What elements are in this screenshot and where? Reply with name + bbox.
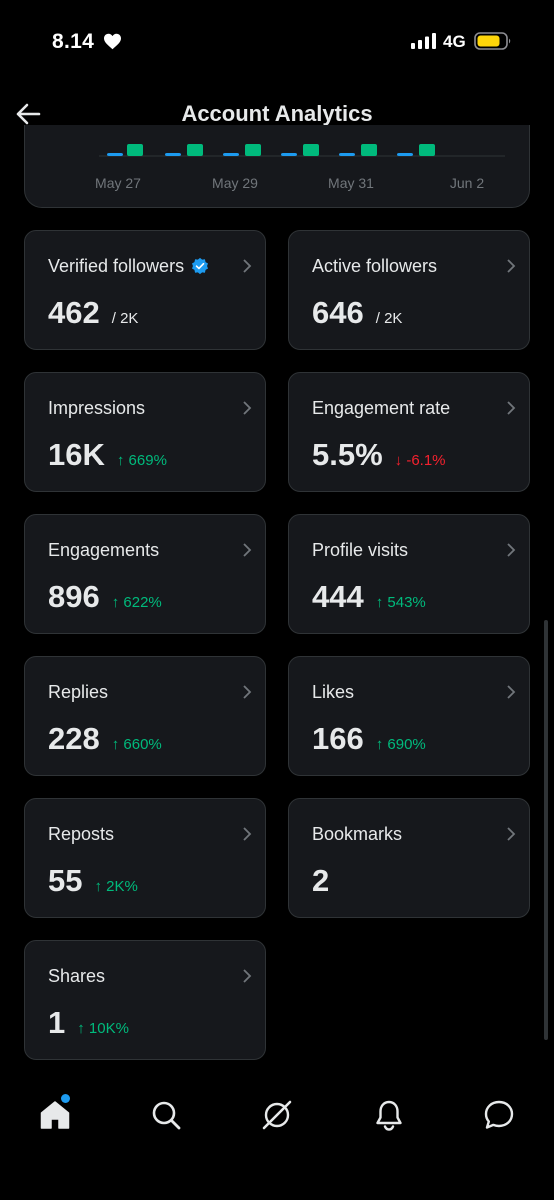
chevron-right-icon — [243, 401, 252, 415]
status-bar: 8.14 4G — [0, 0, 554, 80]
stat-label: Engagements — [48, 540, 160, 560]
stat-change: ↓ -6.1% — [394, 452, 446, 469]
chart-bar — [303, 144, 319, 156]
stat-change: ↑ 10K% — [77, 1020, 129, 1037]
stat-card-verified-followers[interactable]: Verified followers 462 / 2K — [24, 230, 266, 350]
stat-value: 55 — [48, 863, 83, 898]
stat-label: Bookmarks — [312, 824, 403, 844]
stat-change: ↑ 543% — [375, 594, 426, 611]
scrollbar[interactable] — [544, 620, 548, 1040]
stat-total: / 2K — [111, 310, 139, 327]
verified-badge-icon — [192, 257, 209, 275]
heart-icon — [104, 33, 121, 50]
network-label: 4G — [443, 32, 466, 51]
stat-card-likes[interactable]: Likes 166 ↑ 690% — [288, 656, 530, 776]
stat-value: 166 — [312, 721, 364, 756]
chevron-right-icon — [507, 685, 516, 699]
chart-card: May 27 May 29 May 31 Jun 2 — [24, 125, 530, 208]
signal-icon — [411, 33, 436, 49]
stat-change: ↑ 669% — [116, 452, 167, 469]
stat-card-active-followers[interactable]: Active followers 646 / 2K — [288, 230, 530, 350]
stat-label: Shares — [48, 966, 106, 986]
x-tick-label: May 29 — [212, 175, 258, 191]
chart-bar — [339, 153, 355, 156]
grok-icon[interactable] — [260, 1098, 294, 1132]
stat-label: Impressions — [48, 398, 146, 418]
chevron-right-icon — [243, 827, 252, 841]
stat-change: ↑ 690% — [375, 736, 426, 753]
stat-card-profile-visits[interactable]: Profile visits 444 ↑ 543% — [288, 514, 530, 634]
messages-icon[interactable] — [482, 1098, 516, 1132]
x-tick-label: Jun 2 — [450, 175, 484, 191]
chevron-right-icon — [507, 259, 516, 273]
search-icon[interactable] — [149, 1098, 183, 1132]
chart-bar — [223, 153, 239, 156]
bar-chart: May 27 May 29 May 31 Jun 2 — [95, 144, 505, 191]
stat-value: 2 — [312, 863, 330, 898]
stat-label: Likes — [312, 682, 355, 702]
notification-dot — [61, 1094, 70, 1103]
chart-bar — [281, 153, 297, 156]
stat-value: 16K — [48, 437, 105, 472]
chart-bar — [107, 153, 123, 156]
stat-card-impressions[interactable]: Impressions 16K ↑ 669% — [24, 372, 266, 492]
stat-value: 444 — [312, 579, 364, 614]
stat-value: 1 — [48, 1005, 66, 1040]
stat-total: / 2K — [375, 310, 403, 327]
stat-change: ↑ 622% — [111, 594, 162, 611]
stat-label: Active followers — [312, 256, 438, 276]
chevron-right-icon — [507, 827, 516, 841]
chart-bar — [245, 144, 261, 156]
chevron-right-icon — [243, 969, 252, 983]
chevron-right-icon — [507, 543, 516, 557]
chart-bar — [361, 144, 377, 156]
stat-card-reposts[interactable]: Reposts 55 ↑ 2K% — [24, 798, 266, 918]
stat-card-engagements[interactable]: Engagements 896 ↑ 622% — [24, 514, 266, 634]
chart-bar — [187, 144, 203, 156]
chevron-right-icon — [243, 543, 252, 557]
stat-card-replies[interactable]: Replies 228 ↑ 660% — [24, 656, 266, 776]
stat-card-engagement-rate[interactable]: Engagement rate 5.5% ↓ -6.1% — [288, 372, 530, 492]
chart-bar — [397, 153, 413, 156]
chevron-right-icon — [507, 401, 516, 415]
stat-value: 5.5% — [312, 437, 383, 472]
status-time: 8.14 — [52, 30, 95, 53]
chevron-right-icon — [243, 259, 252, 273]
chart-bar — [127, 144, 143, 156]
x-tick-label: May 27 — [95, 175, 141, 191]
stat-label: Replies — [48, 682, 109, 702]
notifications-icon[interactable] — [372, 1098, 406, 1132]
stat-change: ↑ 2K% — [94, 878, 138, 895]
stat-value: 646 — [312, 295, 364, 330]
stat-card-bookmarks[interactable]: Bookmarks 2 — [288, 798, 530, 918]
x-tick-label: May 31 — [328, 175, 374, 191]
chart-bar — [419, 144, 435, 156]
battery-icon — [474, 32, 511, 50]
stat-label: Reposts — [48, 824, 115, 844]
page-title: Account Analytics — [181, 101, 373, 126]
stat-value: 462 — [48, 295, 100, 330]
stat-value: 228 — [48, 721, 100, 756]
bottom-nav — [0, 1080, 554, 1155]
stat-card-shares[interactable]: Shares 1 ↑ 10K% — [24, 940, 266, 1060]
chart-bar — [165, 153, 181, 156]
stat-value: 896 — [48, 579, 100, 614]
chevron-right-icon — [243, 685, 252, 699]
home-icon[interactable] — [38, 1098, 72, 1132]
stat-label: Profile visits — [312, 540, 409, 560]
stat-label: Engagement rate — [312, 398, 451, 418]
stat-label: Verified followers — [48, 256, 209, 277]
stat-change: ↑ 660% — [111, 736, 162, 753]
